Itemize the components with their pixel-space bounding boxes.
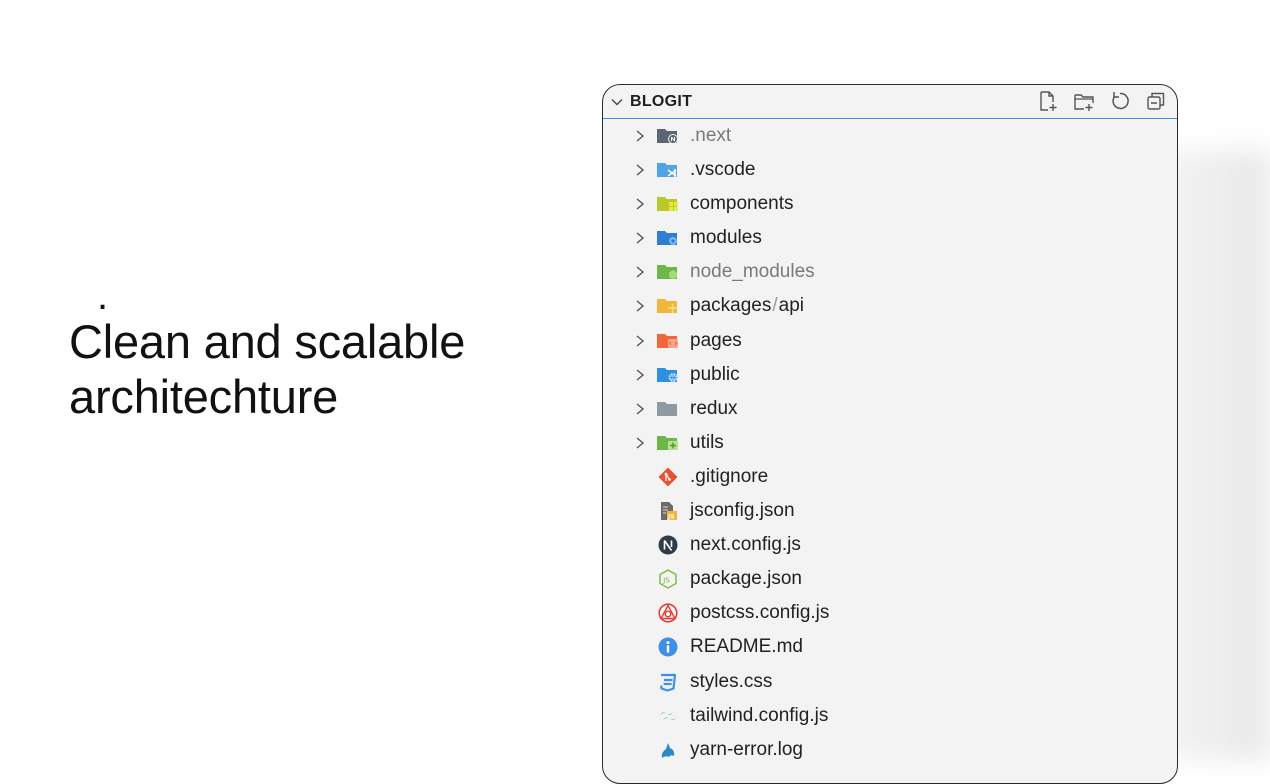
file-explorer: BLOGIT .next .vscode components modules … [602, 84, 1178, 784]
tree-file-readme[interactable]: README.md [603, 630, 1177, 664]
headline-bullet: . [97, 274, 108, 318]
tree-file-next-config[interactable]: next.config.js [603, 528, 1177, 562]
headline-line-2: architechture [69, 370, 339, 423]
new-folder-icon[interactable] [1073, 90, 1095, 112]
tree-folder-label-a: packages [690, 295, 772, 317]
tree-folder-label: node_modules [690, 261, 815, 283]
chevron-down-icon[interactable] [611, 96, 623, 108]
chevron-right-icon[interactable] [635, 198, 645, 210]
tree-folder-public[interactable]: public [603, 358, 1177, 392]
info-icon [658, 637, 678, 657]
tree-file-label: tailwind.config.js [690, 704, 829, 726]
tree-file-label: next.config.js [690, 534, 801, 556]
tree-folder-label: .vscode [690, 159, 756, 181]
tree-folder-label: utils [690, 431, 724, 453]
tree-folder-next[interactable]: .next [603, 119, 1177, 153]
chevron-right-icon[interactable] [635, 403, 645, 415]
tailwind-icon [660, 712, 676, 720]
chevron-right-icon[interactable] [635, 164, 645, 176]
collapse-all-icon[interactable] [1145, 90, 1167, 112]
tree-file-styles-css[interactable]: styles.css [603, 665, 1177, 699]
tree-file-label: postcss.config.js [690, 602, 830, 624]
chevron-right-icon[interactable] [635, 266, 645, 278]
tree-folder-label-sep: / [772, 295, 778, 317]
tree-folder-label: components [690, 193, 794, 215]
components-folder-icon [657, 197, 678, 212]
explorer-actions [1037, 90, 1167, 112]
tree-file-postcss-config[interactable]: postcss.config.js [603, 596, 1177, 630]
tree-file-jsconfig[interactable]: JS jsconfig.json [603, 494, 1177, 528]
tree-folder-utils[interactable]: utils [603, 426, 1177, 460]
tree-file-label: styles.css [690, 670, 773, 692]
tree-folder-label: modules [690, 227, 762, 249]
tree-folder-label-b: api [778, 295, 804, 317]
tree-file-tailwind-config[interactable]: tailwind.config.js [603, 699, 1177, 733]
tree-folder-label: redux [690, 397, 738, 419]
refresh-icon[interactable] [1109, 90, 1131, 112]
chevron-right-icon[interactable] [635, 335, 645, 347]
file-tree: .next .vscode components modules node_mo… [603, 119, 1177, 767]
new-file-icon[interactable] [1037, 90, 1059, 112]
modules-folder-icon [657, 231, 677, 246]
chevron-right-icon[interactable] [635, 369, 645, 381]
tree-file-label: yarn-error.log [690, 738, 803, 760]
tree-folder-modules[interactable]: modules [603, 221, 1177, 255]
pages-folder-icon [657, 333, 678, 348]
tree-folder-label: public [690, 363, 740, 385]
headline: . Clean and scalable architechture [69, 274, 539, 424]
tree-file-label: README.md [690, 636, 803, 658]
nodejs-icon: JS [659, 569, 677, 590]
tree-file-label: jsconfig.json [690, 500, 795, 522]
jsconfig-icon: JS [661, 502, 677, 521]
node-folder-icon [657, 265, 677, 280]
tree-file-yarn-error-log[interactable]: yarn-error.log [603, 733, 1177, 767]
vscode-folder-icon [657, 163, 677, 178]
tree-folder-packages-api[interactable]: packages/api [603, 289, 1177, 323]
chevron-right-icon[interactable] [635, 300, 645, 313]
svg-text:JS: JS [667, 514, 675, 521]
svg-text:JS: JS [662, 577, 670, 585]
tree-file-label: package.json [690, 568, 802, 590]
css-icon [660, 673, 677, 692]
chevron-right-icon[interactable] [635, 232, 645, 244]
tree-folder-pages[interactable]: pages [603, 324, 1177, 358]
explorer-header[interactable]: BLOGIT [603, 85, 1177, 119]
public-folder-icon [657, 367, 678, 382]
tree-folder-label: pages [690, 329, 742, 351]
tree-file-gitignore[interactable]: .gitignore [603, 460, 1177, 494]
utils-folder-icon [657, 435, 678, 450]
tree-folder-node-modules[interactable]: node_modules [603, 255, 1177, 289]
tree-folder-vscode[interactable]: .vscode [603, 153, 1177, 187]
tree-file-package-json[interactable]: JS package.json [603, 562, 1177, 596]
nextjs-icon [658, 535, 678, 555]
tree-file-label: .gitignore [690, 465, 769, 487]
tree-folder-components[interactable]: components [603, 187, 1177, 221]
tree-folder-redux[interactable]: redux [603, 392, 1177, 426]
yarn-icon [661, 742, 675, 758]
tree-folder-label: packages/api [690, 295, 804, 317]
postcss-icon [658, 603, 678, 623]
packages-folder-icon [657, 299, 677, 314]
chevron-right-icon[interactable] [635, 130, 645, 142]
headline-line-1: Clean and scalable [69, 315, 466, 368]
chevron-right-icon[interactable] [635, 437, 645, 449]
tree-folder-label: .next [690, 125, 732, 146]
folder-icon [657, 401, 677, 416]
next-folder-icon [657, 129, 678, 144]
explorer-title: BLOGIT [630, 92, 693, 110]
git-icon [658, 467, 678, 487]
